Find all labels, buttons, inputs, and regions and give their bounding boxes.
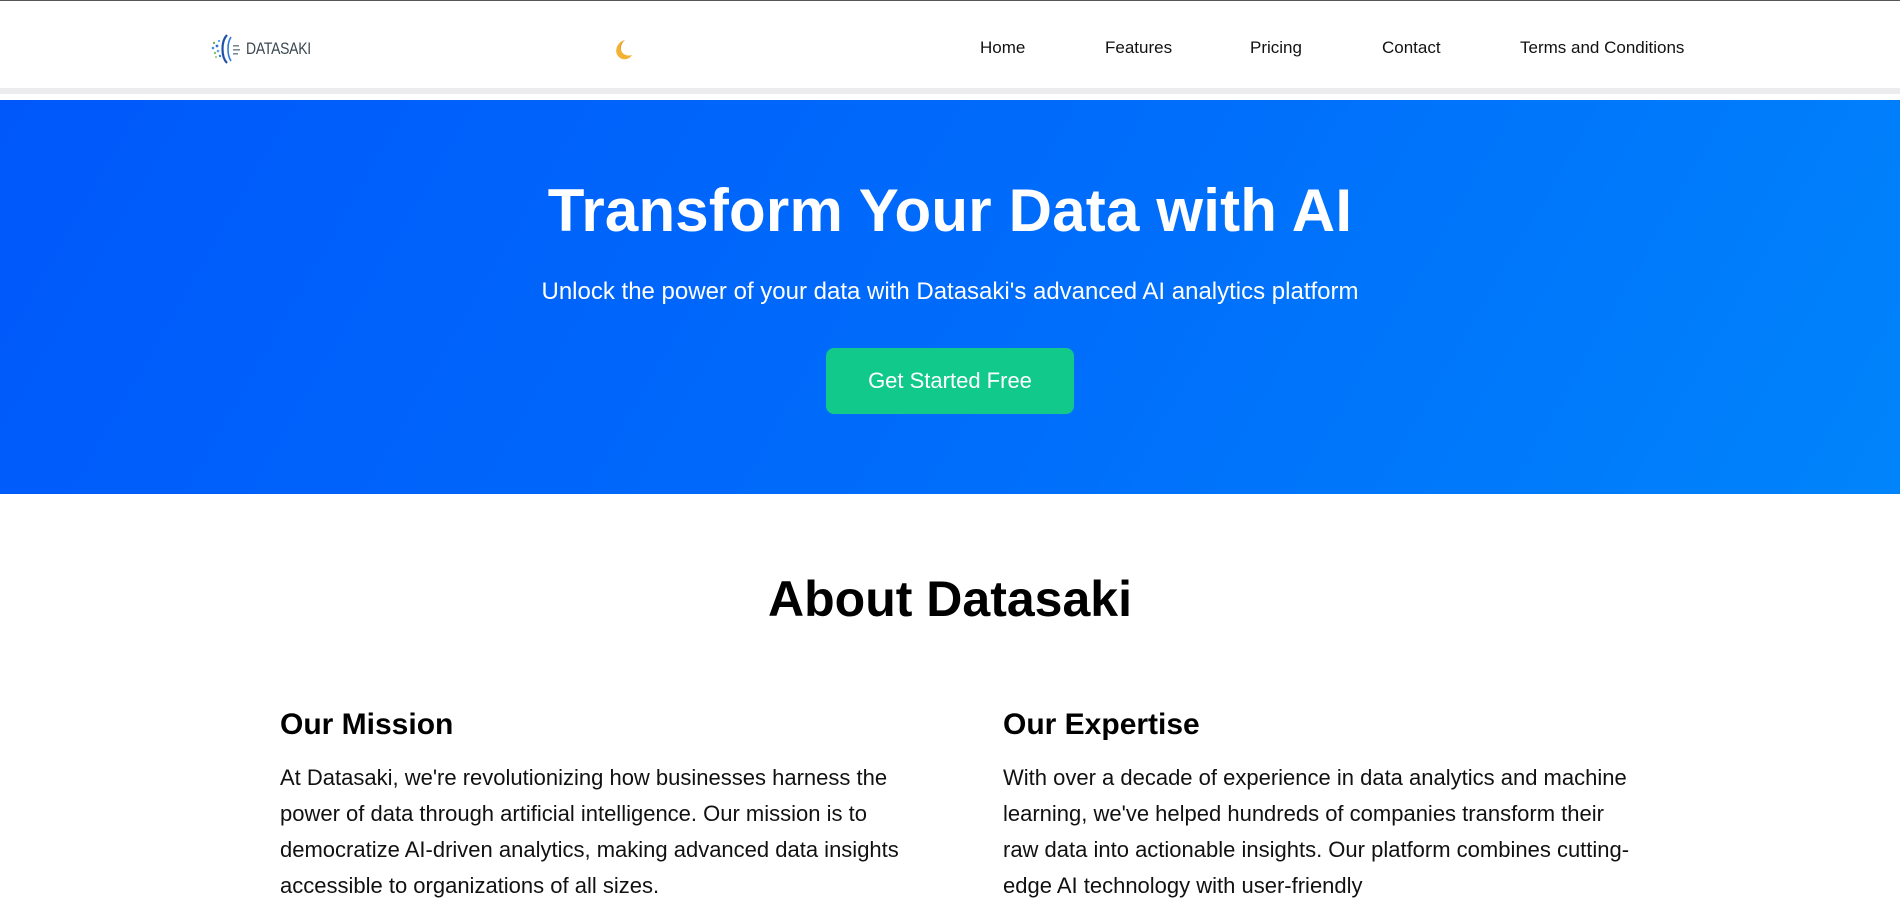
logo-mark-icon <box>211 34 240 64</box>
expertise-column: Our Expertise With over a decade of expe… <box>1003 708 1633 904</box>
mission-body: At Datasaki, we're revolutionizing how b… <box>280 765 899 898</box>
nav-contact[interactable]: Contact <box>1382 38 1441 58</box>
nav-terms[interactable]: Terms and Conditions <box>1520 38 1684 58</box>
logo[interactable]: DATASAKI <box>210 31 325 67</box>
mission-heading: Our Mission <box>280 708 454 741</box>
mission-column: Our Mission At Datasaki, we're revolutio… <box>280 708 910 904</box>
logo-text: DATASAKI <box>246 39 311 58</box>
theme-toggle-button[interactable] <box>608 36 636 64</box>
hero-subtitle: Unlock the power of your data with Datas… <box>541 278 1359 305</box>
hero-section: Transform Your Data with AI Unlock the p… <box>0 100 1900 494</box>
site-header: DATASAKI Home Features Pricing Contact T… <box>0 1 1900 94</box>
expertise-heading: Our Expertise <box>1003 708 1200 741</box>
nav-features[interactable]: Features <box>1105 38 1172 58</box>
hero-title: Transform Your Data with AI <box>547 177 1353 244</box>
about-title: About Datasaki <box>768 571 1132 627</box>
moon-icon <box>616 40 632 60</box>
nav-home[interactable]: Home <box>980 38 1025 58</box>
expertise-body: With over a decade of experience in data… <box>1003 765 1630 898</box>
get-started-button[interactable]: Get Started Free <box>826 348 1074 414</box>
nav-pricing[interactable]: Pricing <box>1250 38 1302 58</box>
